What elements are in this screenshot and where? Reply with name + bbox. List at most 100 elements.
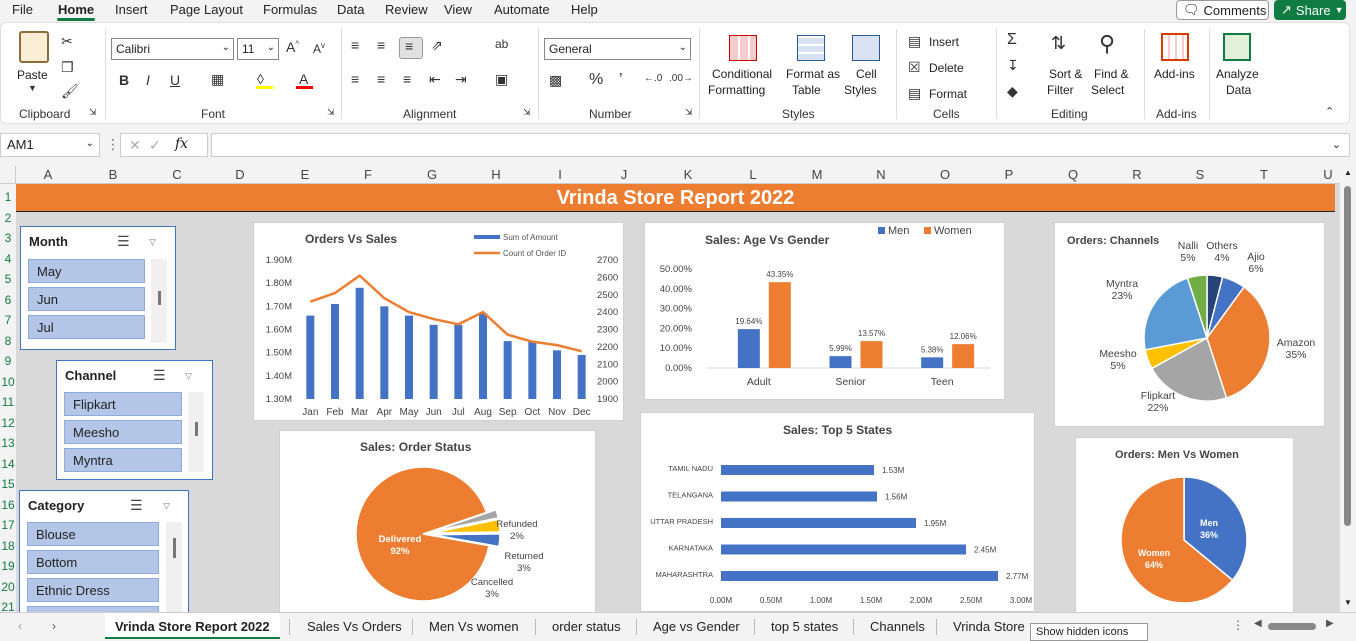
row-header-10[interactable]: 10 — [0, 375, 16, 389]
clear-icon[interactable]: ◆ — [1007, 83, 1018, 100]
delete-cells-button[interactable]: Delete — [929, 61, 964, 75]
chevron-down-icon[interactable]: ▼ — [28, 83, 37, 93]
insert-function-button[interactable]: fx — [175, 136, 188, 152]
row-header-9[interactable]: 9 — [0, 354, 16, 368]
slicer-item-ethnic-dress[interactable]: Ethnic Dress — [27, 578, 159, 602]
scroll-left-icon[interactable]: ◀ — [1254, 618, 1262, 629]
multi-select-icon[interactable]: ☰ — [153, 367, 166, 384]
menu-data[interactable]: Data — [337, 2, 364, 17]
autosum-icon[interactable]: Σ — [1007, 31, 1017, 49]
orders-channels-chart[interactable]: Orders: Channels Others 4% Ajio 6% Amazon 35% F… — [1054, 222, 1325, 427]
decrease-font-icon[interactable]: Av — [313, 41, 325, 56]
slicer-item-blouse[interactable]: Blouse — [27, 522, 159, 546]
font-color-icon[interactable]: A — [299, 71, 308, 87]
dialog-launcher-icon[interactable]: ⇲ — [327, 107, 335, 118]
name-box[interactable]: AM1 ⌄ — [0, 133, 100, 157]
column-header-c[interactable]: C — [169, 167, 185, 182]
formula-input[interactable]: ⌄ — [211, 133, 1350, 157]
fill-color-icon[interactable]: ◊ — [257, 71, 264, 87]
column-header-g[interactable]: G — [424, 167, 440, 182]
copy-icon[interactable]: ❐ — [61, 59, 74, 76]
tab-men-vs-women[interactable]: Men Vs women — [419, 613, 529, 639]
cell-styles-button-line1[interactable]: Cell — [856, 67, 877, 81]
align-top-icon[interactable]: ≡ — [351, 37, 359, 53]
column-header-m[interactable]: M — [809, 167, 825, 182]
column-header-o[interactable]: O — [937, 167, 953, 182]
column-header-f[interactable]: F — [360, 167, 376, 182]
italic-icon[interactable]: I — [146, 72, 150, 88]
slicer-scroll-thumb[interactable] — [173, 538, 176, 558]
slicer-scrollbar[interactable] — [151, 259, 167, 343]
tab-sales-vs-orders[interactable]: Sales Vs Orders — [297, 613, 412, 639]
column-header-d[interactable]: D — [232, 167, 248, 182]
vertical-scrollbar[interactable]: ▲ ▼ — [1340, 166, 1356, 612]
slicer-item-jun[interactable]: Jun — [28, 287, 145, 311]
menu-insert[interactable]: Insert — [115, 2, 148, 17]
clear-filter-icon[interactable]: ▿ — [149, 233, 156, 250]
clear-filter-icon[interactable]: ▿ — [163, 497, 170, 514]
clear-filter-icon[interactable]: ▿ — [185, 367, 192, 384]
row-header-7[interactable]: 7 — [0, 313, 16, 327]
fill-icon[interactable]: ↧ — [1007, 57, 1019, 74]
bold-icon[interactable]: B — [119, 72, 129, 88]
align-right-icon[interactable]: ≡ — [403, 71, 411, 87]
cancel-icon[interactable]: ✕ — [129, 137, 141, 154]
conditional-formatting-button-line2[interactable]: Formatting — [708, 83, 765, 97]
tab-top-5-states[interactable]: top 5 states — [761, 613, 848, 639]
scroll-right-icon[interactable]: ▶ — [1326, 618, 1334, 629]
slicer-item-myntra[interactable]: Myntra — [64, 448, 182, 472]
tab-channels[interactable]: Channels — [860, 613, 935, 639]
row-header-15[interactable]: 15 — [0, 477, 16, 491]
orders-vs-sales-chart[interactable]: Orders Vs Sales Sum of Amount Count of Ord… — [253, 222, 624, 421]
decrease-indent-icon[interactable]: ⇤ — [429, 71, 441, 88]
multi-select-icon[interactable]: ☰ — [130, 497, 143, 514]
format-as-table-button-line2[interactable]: Table — [792, 83, 821, 97]
dialog-launcher-icon[interactable]: ⇲ — [89, 107, 97, 118]
slicer-scrollbar[interactable] — [166, 522, 182, 612]
row-header-1[interactable]: 1 — [0, 190, 16, 204]
tab-vrinda-store-report-2022[interactable]: Vrinda Store Report 2022 — [105, 613, 280, 639]
add-ins-button[interactable]: Add-ins — [1154, 67, 1195, 81]
column-header-r[interactable]: R — [1129, 167, 1145, 182]
tab-vrinda-store[interactable]: Vrinda Store — [943, 613, 1029, 639]
comma-style-icon[interactable]: ’ — [619, 71, 623, 89]
scroll-up-icon[interactable]: ▲ — [1344, 168, 1352, 177]
column-header-n[interactable]: N — [873, 167, 889, 182]
format-as-table-button-line1[interactable]: Format as — [786, 67, 840, 81]
sort-filter-button-line1[interactable]: Sort & — [1049, 67, 1082, 81]
collapse-ribbon-icon[interactable]: ⌃ — [1325, 105, 1334, 118]
orientation-icon[interactable]: ⇗ — [431, 37, 443, 54]
wrap-text-icon[interactable]: ab — [495, 37, 508, 51]
find-select-button-line1[interactable]: Find & — [1094, 67, 1129, 81]
enter-icon[interactable]: ✓ — [149, 137, 161, 154]
vertical-scroll-thumb[interactable] — [1344, 186, 1351, 526]
row-header-4[interactable]: 4 — [0, 252, 16, 266]
underline-icon[interactable]: U — [170, 72, 180, 88]
expand-formula-icon[interactable]: ⌄ — [1332, 138, 1341, 151]
slicer-scrollbar[interactable] — [188, 392, 204, 472]
menu-review[interactable]: Review — [385, 2, 428, 17]
slicer-item-flipkart[interactable]: Flipkart — [64, 392, 182, 416]
increase-decimal-icon[interactable]: ←.0 — [644, 73, 662, 84]
column-header-s[interactable]: S — [1192, 167, 1208, 182]
row-header-14[interactable]: 14 — [0, 457, 16, 471]
analyze-data-button-line2[interactable]: Data — [1226, 83, 1251, 97]
number-format-select[interactable]: General ⌄ — [544, 38, 691, 60]
dialog-launcher-icon[interactable]: ⇲ — [685, 107, 693, 118]
slicer-item-jul[interactable]: Jul — [28, 315, 145, 339]
column-header-t[interactable]: T — [1256, 167, 1272, 182]
slicer-item-meesho[interactable]: Meesho — [64, 420, 182, 444]
row-header-17[interactable]: 17 — [0, 518, 16, 532]
row-header-2[interactable]: 2 — [0, 211, 16, 225]
format-cells-button[interactable]: Format — [929, 87, 967, 101]
column-header-k[interactable]: K — [680, 167, 696, 182]
menu-view[interactable]: View — [444, 2, 472, 17]
font-size-select[interactable]: 11 ⌄ — [237, 38, 279, 60]
column-header-u[interactable]: U — [1320, 167, 1336, 182]
row-header-12[interactable]: 12 — [0, 416, 16, 430]
cut-icon[interactable]: ✂ — [61, 33, 73, 50]
men-vs-women-chart[interactable]: Orders: Men Vs Women Men 36% Women 64% — [1075, 437, 1294, 612]
accounting-format-icon[interactable]: ▩ — [549, 72, 562, 89]
analyze-data-button-line1[interactable]: Analyze — [1216, 67, 1259, 81]
column-header-e[interactable]: E — [297, 167, 313, 182]
